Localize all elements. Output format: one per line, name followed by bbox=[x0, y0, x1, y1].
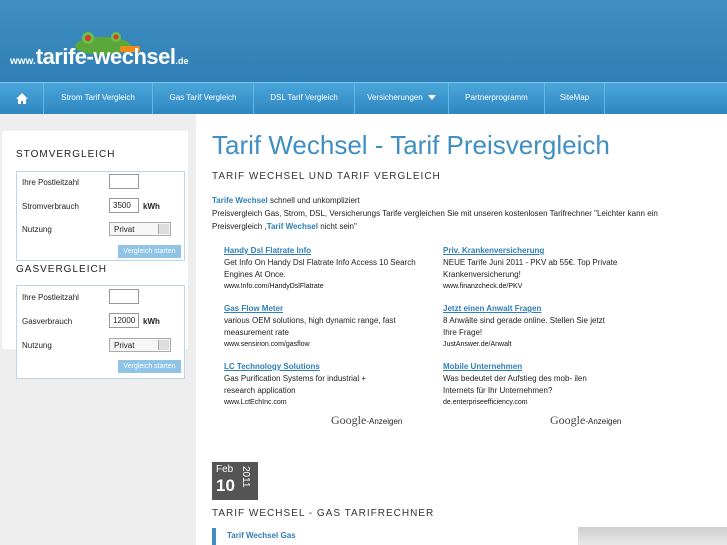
post-year: 2011 bbox=[240, 466, 251, 488]
intro-link-tarif-wechsel[interactable]: Tarif Wechsel bbox=[267, 222, 318, 231]
ad-url[interactable]: www.LctEchInc.com bbox=[224, 397, 394, 409]
logo-main: tarife-wechsel bbox=[35, 44, 176, 69]
ad-right-2[interactable]: Jetzt einen Anwalt Fragen 8 Anwälte sind… bbox=[443, 303, 618, 351]
google-logo: Google bbox=[550, 413, 586, 427]
gas-nutzung-label: Nutzung bbox=[22, 341, 52, 350]
strom-nutzung-value: Privat bbox=[114, 225, 135, 234]
ad-right-3[interactable]: Mobile Unternehmen Was bedeutet der Aufs… bbox=[443, 361, 603, 409]
ad-url[interactable]: de.enterpriseefficiency.com bbox=[443, 397, 603, 409]
gas-nutzung-value: Privat bbox=[114, 341, 135, 350]
gas-verbrauch-input[interactable]: 12000 bbox=[109, 313, 139, 328]
chevron-down-icon bbox=[427, 95, 436, 101]
gas-nutzung-select[interactable]: Privat bbox=[109, 338, 171, 352]
site-header: www.tarife-wechsel.de bbox=[0, 0, 727, 84]
ad-url[interactable]: JustAnswer.de/Anwalt bbox=[443, 339, 618, 351]
gas-form: Ihre Postleitzahl Gasverbrauch 12000 kWh… bbox=[16, 285, 185, 379]
ad-left-1[interactable]: Handy Dsl Flatrate Info Get Info On Hand… bbox=[224, 245, 424, 293]
ad-left-2[interactable]: Gas Flow Meter various OEM solutions, hi… bbox=[224, 303, 424, 351]
google-ads-label-left[interactable]: Google-Anzeigen bbox=[331, 413, 402, 428]
strom-section-title: STOMVERGLEICH bbox=[16, 149, 116, 160]
ad-desc: Get Info On Handy Dsl Flatrate Info Acce… bbox=[224, 258, 416, 279]
dropdown-arrow-icon bbox=[158, 340, 169, 350]
nav-versicherungen[interactable]: Versicherungen bbox=[355, 83, 449, 115]
post-title[interactable]: TARIF WECHSEL - GAS TARIFRECHNER bbox=[212, 508, 434, 519]
gas-verbrauch-label: Gasverbrauch bbox=[22, 317, 73, 326]
post-item-label[interactable]: Tarif Wechsel Gas bbox=[227, 531, 296, 540]
strom-form: Ihre Postleitzahl Stromverbrauch 3500 kW… bbox=[16, 171, 185, 261]
ad-desc: NEUE Tarife Juni 2011 - PKV ab 55€. Top … bbox=[443, 258, 618, 279]
nav-sitemap[interactable]: SiteMap bbox=[545, 83, 605, 115]
site-logo[interactable]: www.tarife-wechsel.de bbox=[10, 44, 189, 70]
strom-submit-button[interactable]: Vergleich starten bbox=[118, 245, 181, 258]
home-icon bbox=[15, 93, 28, 104]
nav-gas[interactable]: Gas Tarif Vergleich bbox=[153, 83, 254, 115]
ad-desc: Was bedeutet der Aufstieg des mob- ilen … bbox=[443, 374, 587, 395]
strom-verbrauch-label: Stromverbrauch bbox=[22, 202, 79, 211]
ad-title[interactable]: Gas Flow Meter bbox=[224, 303, 424, 315]
intro-text: Tarife Wechsel schnell und unkompliziert… bbox=[212, 194, 682, 233]
ad-left-3[interactable]: LC Technology Solutions Gas Purification… bbox=[224, 361, 394, 409]
nav-gas-label: Gas Tarif Vergleich bbox=[169, 93, 237, 102]
nav-sitemap-label: SiteMap bbox=[559, 93, 590, 102]
strom-plz-label: Ihre Postleitzahl bbox=[22, 178, 79, 187]
nav-dsl-label: DSL Tarif Vergleich bbox=[270, 93, 338, 102]
google-ads-label-right[interactable]: Google-Anzeigen bbox=[550, 413, 621, 428]
google-ads-suffix: -Anzeigen bbox=[366, 417, 403, 426]
post-list-item[interactable]: Tarif Wechsel Gas bbox=[212, 528, 516, 545]
ad-desc: 8 Anwälte sind gerade online. Stellen Si… bbox=[443, 316, 605, 337]
nav-versicherungen-label: Versicherungen bbox=[367, 93, 423, 102]
ad-right-1[interactable]: Priv. Krankenversicherung NEUE Tarife Ju… bbox=[443, 245, 618, 293]
strom-verbrauch-input[interactable]: 3500 bbox=[109, 198, 139, 213]
ad-desc: various OEM solutions, high dynamic rang… bbox=[224, 316, 396, 337]
gas-unit: kWh bbox=[143, 317, 160, 326]
nav-strom[interactable]: Strom Tarif Vergleich bbox=[44, 83, 153, 115]
nav-home[interactable] bbox=[0, 83, 44, 115]
post-thumbnail-image bbox=[578, 527, 727, 545]
gas-plz-label: Ihre Postleitzahl bbox=[22, 293, 79, 302]
ad-desc: Gas Purification Systems for industrial … bbox=[224, 374, 367, 395]
ad-title[interactable]: LC Technology Solutions bbox=[224, 361, 394, 373]
intro-text-3: nicht sein" bbox=[317, 222, 357, 231]
post-day: 10 bbox=[216, 476, 235, 495]
nav-partnerprogramm-label: Partnerprogramm bbox=[465, 93, 528, 102]
gas-section-title: GASVERGLEICH bbox=[16, 264, 107, 275]
nav-dsl[interactable]: DSL Tarif Vergleich bbox=[254, 83, 355, 115]
dropdown-arrow-icon bbox=[158, 224, 169, 234]
nav-partnerprogramm[interactable]: Partnerprogramm bbox=[449, 83, 545, 115]
post-month: Feb bbox=[216, 464, 234, 475]
page-title: Tarif Wechsel - Tarif Preisvergleich bbox=[212, 130, 610, 160]
sidebar: STOMVERGLEICH Ihre Postleitzahl Stromver… bbox=[2, 131, 188, 379]
ad-title[interactable]: Handy Dsl Flatrate Info bbox=[224, 245, 424, 257]
main-navigation: Strom Tarif Vergleich Gas Tarif Vergleic… bbox=[0, 82, 727, 116]
google-logo: Google bbox=[331, 413, 367, 427]
ad-title[interactable]: Mobile Unternehmen bbox=[443, 361, 603, 373]
page-subtitle: TARIF WECHSEL UND TARIF VERGLEICH bbox=[212, 171, 441, 182]
gas-submit-button[interactable]: Vergleich starten bbox=[118, 360, 181, 373]
intro-text-1: schnell und unkompliziert bbox=[267, 196, 360, 205]
ad-title[interactable]: Priv. Krankenversicherung bbox=[443, 245, 618, 257]
strom-unit: kWh bbox=[143, 202, 160, 211]
ad-url[interactable]: www.Info.com/HandyDslFlatrate bbox=[224, 281, 424, 293]
google-ads-suffix: -Anzeigen bbox=[585, 417, 622, 426]
strom-plz-input[interactable] bbox=[109, 174, 139, 189]
gas-plz-input[interactable] bbox=[109, 289, 139, 304]
post-date-badge: Feb 10 2011 bbox=[212, 462, 258, 500]
strom-nutzung-select[interactable]: Privat bbox=[109, 222, 171, 236]
ad-url[interactable]: www.sensirion.com/gasflow bbox=[224, 339, 424, 351]
logo-tld: .de bbox=[175, 56, 189, 66]
intro-link-tarife-wechsel[interactable]: Tarife Wechsel bbox=[212, 196, 268, 205]
strom-nutzung-label: Nutzung bbox=[22, 225, 52, 234]
nav-strom-label: Strom Tarif Vergleich bbox=[61, 93, 135, 102]
logo-www: www. bbox=[10, 56, 36, 67]
ad-title[interactable]: Jetzt einen Anwalt Fragen bbox=[443, 303, 618, 315]
ad-url[interactable]: www.finanzcheck.de/PKV bbox=[443, 281, 618, 293]
